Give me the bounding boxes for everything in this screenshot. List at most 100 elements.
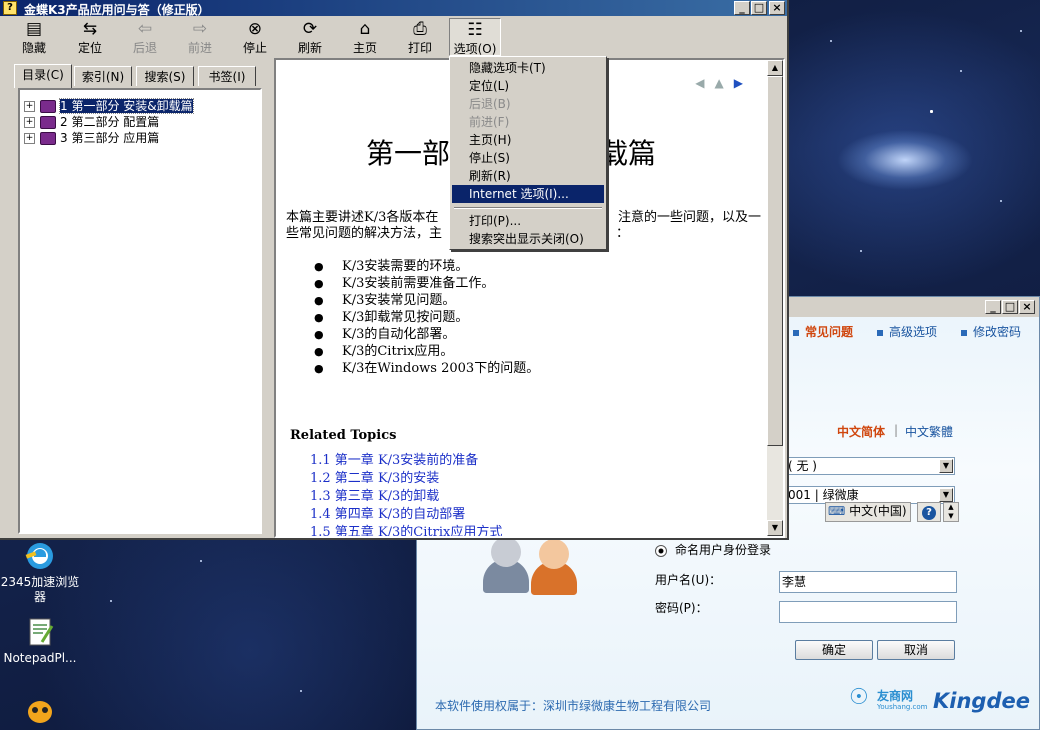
tab-index[interactable]: 索引(N) xyxy=(74,66,132,86)
hide-icon: ▤ xyxy=(25,19,43,39)
menu-item-back[interactable]: 后退(B) xyxy=(452,95,604,113)
tab-bookmarks[interactable]: 书签(I) xyxy=(198,66,256,86)
password-input[interactable] xyxy=(779,601,957,623)
lang-simplified[interactable]: 中文简体 xyxy=(837,423,885,440)
list-item: K/3的Citrix应用。 xyxy=(314,343,539,360)
browser-icon xyxy=(24,540,56,572)
topic-nav-arrows: ◀▲▶ xyxy=(695,76,753,90)
contents-tree: +1 第一部分 安装&卸载篇 +2 第二部分 配置篇 +3 第三部分 应用篇 xyxy=(18,88,262,534)
help-app-icon: ? xyxy=(3,1,17,15)
locate-icon: ⇆ xyxy=(82,19,98,39)
kingdee-logo: Kingdee xyxy=(933,689,1030,713)
book-icon xyxy=(40,132,56,145)
menu-item-internet-options[interactable]: Internet 选项(I)... xyxy=(452,185,604,203)
menu-item-locate[interactable]: 定位(L) xyxy=(452,77,604,95)
options-button[interactable]: ☷ 选项(O) xyxy=(449,18,501,56)
lang-traditional[interactable]: 中文繁體 xyxy=(905,423,953,440)
keyboard-icon: ⌨ xyxy=(828,504,846,518)
forward-button[interactable]: ⇨ 前进 xyxy=(174,18,226,56)
back-arrow-icon: ⇦ xyxy=(137,19,153,39)
close-button[interactable]: × xyxy=(769,1,785,15)
menu-item-refresh[interactable]: 刷新(R) xyxy=(452,167,604,185)
list-item: K/3卸载常见按问题。 xyxy=(314,309,539,326)
forward-arrow-icon: ⇨ xyxy=(192,19,208,39)
help-title-bar: ? 金蝶K3产品应用问与答（修正版） _ □ × xyxy=(0,0,787,17)
database-select[interactable]: ( 无 ) ▼ xyxy=(785,457,955,475)
help-toolbar: ▤ 隐藏 ⇆ 定位 ⇦ 后退 ⇨ 前进 ⊗ 停止 ⟳ 刷新 ⌂ 主页 ⎙ 打印 ☷ 选项(O) xyxy=(2,16,785,58)
locate-button[interactable]: ⇆ 定位 xyxy=(64,18,116,56)
vertical-scrollbar[interactable]: ▲ ▼ xyxy=(767,60,783,536)
related-link[interactable]: 1.2 第二章 K/3的安装 xyxy=(310,470,502,488)
related-link[interactable]: 1.1 第一章 K/3安装前的准备 xyxy=(310,452,502,470)
maximize-button[interactable]: □ xyxy=(1002,300,1018,314)
desktop-icon-qq[interactable] xyxy=(0,694,80,729)
related-links: 1.1 第一章 K/3安装前的准备 1.2 第二章 K/3的安装 1.3 第三章… xyxy=(310,452,502,536)
refresh-button[interactable]: ⟳ 刷新 xyxy=(284,18,336,56)
tab-search[interactable]: 搜索(S) xyxy=(136,66,194,86)
related-link[interactable]: 1.5 第五章 K/3的Citrix应用方式 xyxy=(310,524,502,536)
menu-item-search-highlight-off[interactable]: 搜索突出显示关闭(O) xyxy=(452,230,604,248)
login-mode-radio[interactable]: 命名用户身份登录 xyxy=(655,541,771,558)
tree-item[interactable]: +3 第三部分 应用篇 xyxy=(24,130,159,146)
related-link[interactable]: 1.4 第四章 K/3的自动部署 xyxy=(310,506,502,524)
list-item: K/3在Windows 2003下的问题。 xyxy=(314,360,539,377)
chevron-down-icon[interactable]: ▼ xyxy=(939,488,953,502)
desktop-icon-2345-browser[interactable]: 2345加速浏览器 xyxy=(0,540,80,605)
scroll-up-button[interactable]: ▲ xyxy=(767,60,783,76)
ok-button[interactable]: 确定 xyxy=(795,640,873,660)
bullet-icon xyxy=(961,329,967,336)
menu-item-hide-tabs[interactable]: 隐藏选项卡(T) xyxy=(452,59,604,77)
options-menu: 隐藏选项卡(T) 定位(L) 后退(B) 前进(F) 主页(H) 停止(S) 刷… xyxy=(449,56,607,250)
desktop-icon-notepadplus[interactable]: NotepadPl... xyxy=(0,616,80,666)
locale-button[interactable]: ⌨ 中文(中国) xyxy=(825,502,911,522)
bullet-icon xyxy=(877,329,883,336)
username-label: 用户名(U)： xyxy=(655,573,722,587)
hide-button[interactable]: ▤ 隐藏 xyxy=(8,18,60,56)
tree-item[interactable]: +1 第一部分 安装&卸载篇 xyxy=(24,98,194,114)
related-topics-heading: Related Topics xyxy=(290,428,397,443)
locale-spinner[interactable]: ▲ ▼ xyxy=(943,502,959,522)
stop-button[interactable]: ⊗ 停止 xyxy=(229,18,281,56)
notepad-icon xyxy=(24,616,56,648)
print-icon: ⎙ xyxy=(413,19,427,39)
print-button[interactable]: ⎙ 打印 xyxy=(394,18,446,56)
minimize-button[interactable]: _ xyxy=(734,1,750,15)
help-window: ? 金蝶K3产品应用问与答（修正版） _ □ × ▤ 隐藏 ⇆ 定位 ⇦ 后退 ⇨ 前进… xyxy=(0,0,789,540)
bullet-icon xyxy=(793,329,799,336)
home-button[interactable]: ⌂ 主页 xyxy=(339,18,391,56)
list-item: K/3的自动化部署。 xyxy=(314,326,539,343)
up-topic-icon[interactable]: ▲ xyxy=(715,76,734,90)
chevron-down-icon[interactable]: ▼ xyxy=(939,459,953,473)
username-input[interactable]: 李慧 xyxy=(779,571,957,593)
menu-item-forward[interactable]: 前进(F) xyxy=(452,113,604,131)
tab-contents[interactable]: 目录(C) xyxy=(14,64,72,88)
scroll-down-button[interactable]: ▼ xyxy=(767,520,783,536)
maximize-button[interactable]: □ xyxy=(751,1,767,15)
desktop-icon-label: 2345加速浏览器 xyxy=(0,575,80,604)
navigation-pane: 目录(C) 索引(N) 搜索(S) 书签(I) +1 第一部分 安装&卸载篇 +… xyxy=(6,62,266,538)
nav-change-password[interactable]: 修改密码 xyxy=(961,323,1021,340)
menu-item-stop[interactable]: 停止(S) xyxy=(452,149,604,167)
topic-bullets: K/3安装需要的环境。 K/3安装前需要准备工作。 K/3安装常见问题。 K/3… xyxy=(314,258,539,377)
expand-icon[interactable]: + xyxy=(24,117,35,128)
back-button[interactable]: ⇦ 后退 xyxy=(119,18,171,56)
previous-topic-icon[interactable]: ◀ xyxy=(695,76,714,90)
expand-icon[interactable]: + xyxy=(24,133,35,144)
youshang-logo: ☉ 友商网 Youshang.com xyxy=(849,685,928,711)
tree-item[interactable]: +2 第二部分 配置篇 xyxy=(24,114,159,130)
related-link[interactable]: 1.3 第三章 K/3的卸载 xyxy=(310,488,502,506)
help-icon: ? xyxy=(922,506,936,520)
home-icon: ⌂ xyxy=(359,19,371,39)
menu-item-print[interactable]: 打印(P)... xyxy=(452,212,604,230)
scroll-thumb[interactable] xyxy=(767,76,783,446)
next-topic-icon[interactable]: ▶ xyxy=(734,76,753,90)
minimize-button[interactable]: _ xyxy=(985,300,1001,314)
help-button[interactable]: ? xyxy=(917,502,941,522)
nav-advanced-options[interactable]: 高级选项 xyxy=(877,323,937,340)
cancel-button[interactable]: 取消 xyxy=(877,640,955,660)
nav-faq[interactable]: 常见问题 xyxy=(793,323,853,340)
book-icon xyxy=(40,116,56,129)
close-button[interactable]: × xyxy=(1019,300,1035,314)
expand-icon[interactable]: + xyxy=(24,101,35,112)
menu-item-home[interactable]: 主页(H) xyxy=(452,131,604,149)
